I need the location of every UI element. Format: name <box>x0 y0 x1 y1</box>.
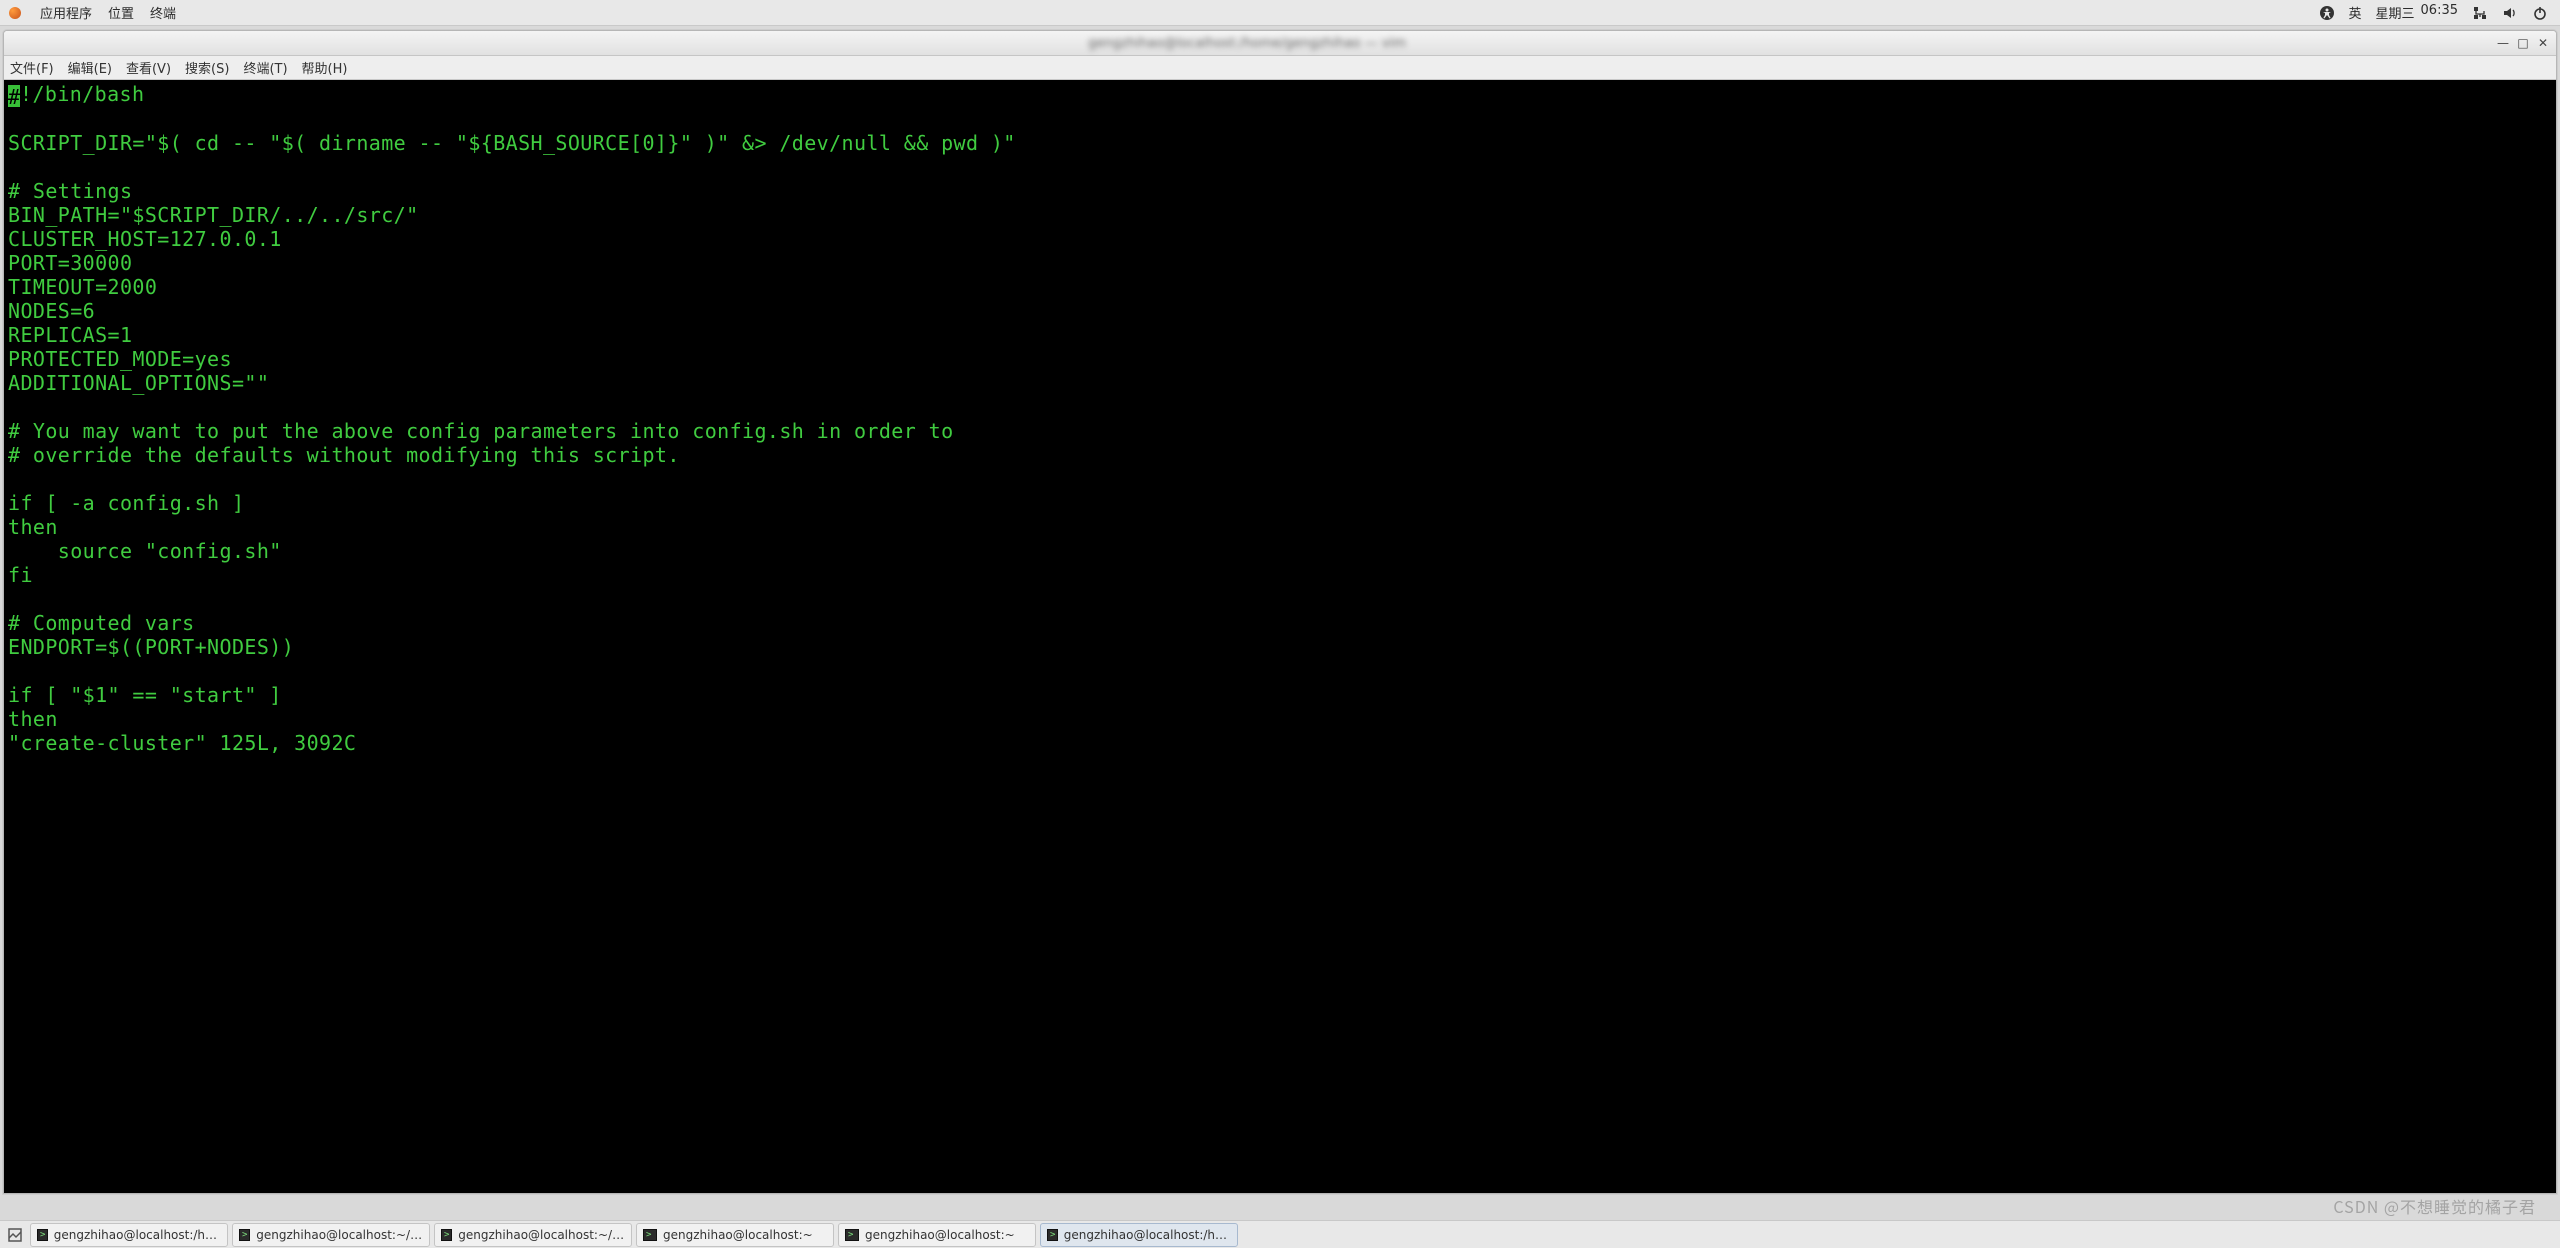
taskbar: gengzhihao@localhost:/home/gengz… gengzhi… <box>0 1220 2560 1248</box>
menu-edit[interactable]: 编辑(E) <box>68 58 112 77</box>
menu-search[interactable]: 搜索(S) <box>185 58 229 77</box>
cursor-block: # <box>8 85 20 107</box>
terminal-icon <box>441 1229 452 1241</box>
taskbar-items: gengzhihao@localhost:/home/gengz… gengzhi… <box>30 1223 1238 1247</box>
taskbar-item-label: gengzhihao@localhost:~/data/6379 <box>256 1228 423 1242</box>
taskbar-item-label: gengzhihao@localhost:~ <box>663 1228 813 1242</box>
taskbar-item[interactable]: gengzhihao@localhost:/home/gengz… <box>1040 1223 1238 1247</box>
show-desktop-button[interactable] <box>4 1224 26 1246</box>
clock-time: 06:35 <box>2421 3 2458 22</box>
terminal-window: gengzhihao@localhost:/home/gengzhihao — … <box>3 30 2557 1194</box>
taskbar-item[interactable]: gengzhihao@localhost:~ <box>636 1223 834 1247</box>
terminal-icon <box>239 1229 250 1241</box>
window-title: gengzhihao@localhost:/home/gengzhihao — … <box>4 36 2490 51</box>
terminal-content[interactable]: #!/bin/bash SCRIPT_DIR="$( cd -- "$( dir… <box>4 80 2556 1193</box>
menu-file[interactable]: 文件(F) <box>10 58 54 77</box>
close-button[interactable]: ✕ <box>2534 35 2552 51</box>
menu-places[interactable]: 位置 <box>108 3 134 22</box>
minimize-button[interactable]: — <box>2494 35 2512 51</box>
watermark-text: CSDN @不想睡觉的橘子君 <box>2333 1194 2536 1218</box>
ime-indicator[interactable]: 英 <box>2349 3 2362 22</box>
volume-icon[interactable] <box>2502 5 2518 21</box>
terminal-icon <box>37 1229 48 1241</box>
menu-applications[interactable]: 应用程序 <box>40 3 92 22</box>
panel-left-group: 应用程序 位置 终端 <box>0 3 176 22</box>
terminal-icon <box>845 1229 859 1241</box>
terminal-icon <box>1047 1229 1058 1241</box>
window-buttons: — □ ✕ <box>2490 35 2556 51</box>
terminal-text: !/bin/bash SCRIPT_DIR="$( cd -- "$( dirn… <box>8 82 1016 755</box>
accessibility-icon[interactable] <box>2319 5 2335 21</box>
menu-term[interactable]: 终端(T) <box>243 58 287 77</box>
system-top-panel: 应用程序 位置 终端 英 星期三 06:35 <box>0 0 2560 26</box>
taskbar-item-label: gengzhihao@localhost:/home/gengz… <box>54 1228 221 1242</box>
terminal-menubar: 文件(F) 编辑(E) 查看(V) 搜索(S) 终端(T) 帮助(H) <box>4 56 2556 80</box>
taskbar-item-label: gengzhihao@localhost:~ <box>865 1228 1015 1242</box>
power-icon[interactable] <box>2532 5 2548 21</box>
activities-icon[interactable] <box>6 4 24 22</box>
terminal-icon <box>643 1229 657 1241</box>
menu-view[interactable]: 查看(V) <box>126 58 171 77</box>
menu-help[interactable]: 帮助(H) <box>302 58 348 77</box>
taskbar-item[interactable]: gengzhihao@localhost:~ <box>838 1223 1036 1247</box>
window-titlebar[interactable]: gengzhihao@localhost:/home/gengzhihao — … <box>4 31 2556 56</box>
maximize-button[interactable]: □ <box>2514 35 2532 51</box>
clock[interactable]: 星期三 06:35 <box>2376 3 2458 22</box>
panel-right-group: 英 星期三 06:35 <box>2319 3 2560 22</box>
menu-terminal[interactable]: 终端 <box>150 3 176 22</box>
taskbar-item-label: gengzhihao@localhost:~/data/6380 <box>458 1228 625 1242</box>
taskbar-item-label: gengzhihao@localhost:/home/gengz… <box>1064 1228 1231 1242</box>
network-icon[interactable] <box>2472 5 2488 21</box>
taskbar-item[interactable]: gengzhihao@localhost:~/data/6380 <box>434 1223 632 1247</box>
clock-day: 星期三 <box>2376 3 2415 22</box>
taskbar-item[interactable]: gengzhihao@localhost:/home/gengz… <box>30 1223 228 1247</box>
taskbar-item[interactable]: gengzhihao@localhost:~/data/6379 <box>232 1223 430 1247</box>
